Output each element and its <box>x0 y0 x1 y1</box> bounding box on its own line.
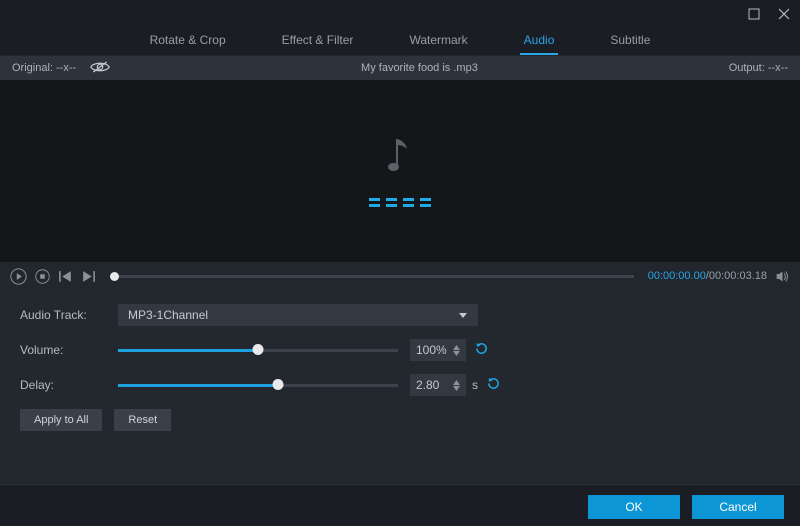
music-note-icon <box>387 135 413 180</box>
volume-icon[interactable] <box>775 269 790 284</box>
player-bar: 00:00:00.00/00:00:03.18 <box>0 262 800 290</box>
stepper-up-icon[interactable] <box>453 380 460 385</box>
preview-visibility-icon[interactable] <box>90 60 110 77</box>
tab-bar: Rotate & Crop Effect & Filter Watermark … <box>0 28 800 56</box>
close-button[interactable] <box>778 8 790 20</box>
time-display: 00:00:00.00/00:00:03.18 <box>648 270 767 282</box>
info-bar: Original: --x-- My favorite food is .mp3… <box>0 56 800 80</box>
tab-rotate-crop[interactable]: Rotate & Crop <box>146 28 230 55</box>
volume-reset-icon[interactable] <box>474 341 489 359</box>
next-button[interactable] <box>81 269 96 284</box>
titlebar <box>0 0 800 28</box>
audio-track-value: MP3-1Channel <box>128 308 208 322</box>
tab-audio[interactable]: Audio <box>520 28 559 55</box>
tab-effect-filter[interactable]: Effect & Filter <box>278 28 358 55</box>
cancel-button[interactable]: Cancel <box>692 495 784 519</box>
delay-reset-icon[interactable] <box>486 376 501 394</box>
stepper-down-icon[interactable] <box>453 351 460 356</box>
delay-slider[interactable] <box>118 378 398 392</box>
audio-track-row: Audio Track: MP3-1Channel <box>20 304 780 326</box>
reset-button[interactable]: Reset <box>114 409 171 431</box>
action-subrow: Apply to All Reset <box>20 409 780 431</box>
equalizer-icon <box>369 198 431 207</box>
chevron-down-icon <box>458 310 468 320</box>
delay-row: Delay: 2.80 s <box>20 374 780 396</box>
volume-row: Volume: 100% <box>20 339 780 361</box>
stop-button[interactable] <box>35 269 50 284</box>
tab-subtitle[interactable]: Subtitle <box>606 28 654 55</box>
maximize-button[interactable] <box>748 8 760 20</box>
delay-value-box[interactable]: 2.80 <box>410 374 466 396</box>
volume-slider[interactable] <box>118 343 398 357</box>
tab-watermark[interactable]: Watermark <box>405 28 471 55</box>
audio-track-label: Audio Track: <box>20 308 118 322</box>
filename-label: My favorite food is .mp3 <box>110 62 729 74</box>
stepper-up-icon[interactable] <box>453 345 460 350</box>
ok-button[interactable]: OK <box>588 495 680 519</box>
total-time: /00:00:03.18 <box>706 270 767 282</box>
apply-all-button[interactable]: Apply to All <box>20 409 102 431</box>
audio-track-select[interactable]: MP3-1Channel <box>118 304 478 326</box>
preview-panel <box>0 80 800 262</box>
volume-label: Volume: <box>20 343 118 357</box>
volume-value-box[interactable]: 100% <box>410 339 466 361</box>
original-dimensions: Original: --x-- <box>12 62 76 74</box>
current-time: 00:00:00.00 <box>648 270 706 282</box>
play-button[interactable] <box>10 268 27 285</box>
audio-settings: Audio Track: MP3-1Channel Volume: 100% D… <box>0 290 800 437</box>
stepper-down-icon[interactable] <box>453 386 460 391</box>
footer: OK Cancel <box>0 486 800 526</box>
delay-unit: s <box>472 378 478 392</box>
output-dimensions: Output: --x-- <box>729 62 800 74</box>
volume-value: 100% <box>416 343 447 357</box>
delay-value: 2.80 <box>416 378 439 392</box>
timeline-scrubber[interactable] <box>110 275 634 278</box>
delay-label: Delay: <box>20 378 118 392</box>
prev-button[interactable] <box>58 269 73 284</box>
